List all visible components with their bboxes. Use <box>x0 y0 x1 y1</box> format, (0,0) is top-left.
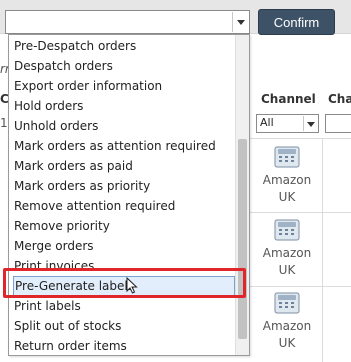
channel-cell: Amazon UK <box>256 219 318 279</box>
row-divider <box>250 286 351 287</box>
channel-region: UK <box>278 336 296 350</box>
column-header-channel[interactable]: Channel <box>261 92 316 106</box>
channel-region: UK <box>278 190 296 204</box>
column-header-partial[interactable]: Cha <box>328 92 351 106</box>
option-despatch-orders[interactable]: Despatch orders <box>13 56 235 76</box>
phone-icon <box>274 219 300 241</box>
mouse-cursor-icon <box>126 277 138 294</box>
option-merge-orders[interactable]: Merge orders <box>13 236 235 256</box>
highlight-annotation <box>3 268 246 298</box>
channel-filter-select[interactable]: All <box>256 114 319 133</box>
channel-filter-value: All <box>260 116 274 129</box>
channel-cell: Amazon UK <box>256 146 318 206</box>
chevron-down-icon[interactable] <box>232 12 248 32</box>
chevron-down-icon[interactable] <box>303 116 317 131</box>
action-dropdown-list[interactable]: Pre-Despatch orders Despatch orders Expo… <box>8 34 250 356</box>
action-select[interactable] <box>5 10 250 34</box>
channel-name: Amazon <box>262 246 312 260</box>
option-pre-despatch-orders[interactable]: Pre-Despatch orders <box>13 36 235 56</box>
option-export-order-info[interactable]: Export order information <box>13 76 235 96</box>
column-divider <box>322 138 323 362</box>
phone-icon <box>274 146 300 168</box>
option-return-order-items[interactable]: Return order items <box>13 336 235 356</box>
channel-cell: Amazon UK <box>256 292 318 352</box>
channel-name: Amazon <box>262 173 312 187</box>
dropdown-scrollbar[interactable] <box>235 35 249 355</box>
option-mark-priority[interactable]: Mark orders as priority <box>13 176 235 196</box>
channel-region: UK <box>278 263 296 277</box>
option-print-labels[interactable]: Print labels <box>13 296 235 316</box>
row-divider <box>250 212 351 213</box>
option-unhold-orders[interactable]: Unhold orders <box>13 116 235 136</box>
option-mark-attention[interactable]: Mark orders as attention required <box>13 136 235 156</box>
row-divider <box>250 138 351 139</box>
option-remove-attention[interactable]: Remove attention required <box>13 196 235 216</box>
phone-icon <box>274 292 300 314</box>
option-hold-orders[interactable]: Hold orders <box>13 96 235 116</box>
option-mark-paid[interactable]: Mark orders as paid <box>13 156 235 176</box>
toolbar: Confirm <box>0 0 351 35</box>
side-fragment: 1 <box>0 116 8 130</box>
filter-select-partial[interactable] <box>325 114 351 133</box>
option-remove-priority[interactable]: Remove priority <box>13 216 235 236</box>
scrollbar-thumb[interactable] <box>238 139 247 339</box>
channel-name: Amazon <box>262 319 312 333</box>
confirm-button[interactable]: Confirm <box>258 9 335 35</box>
option-split-out-of-stocks[interactable]: Split out of stocks <box>13 316 235 336</box>
